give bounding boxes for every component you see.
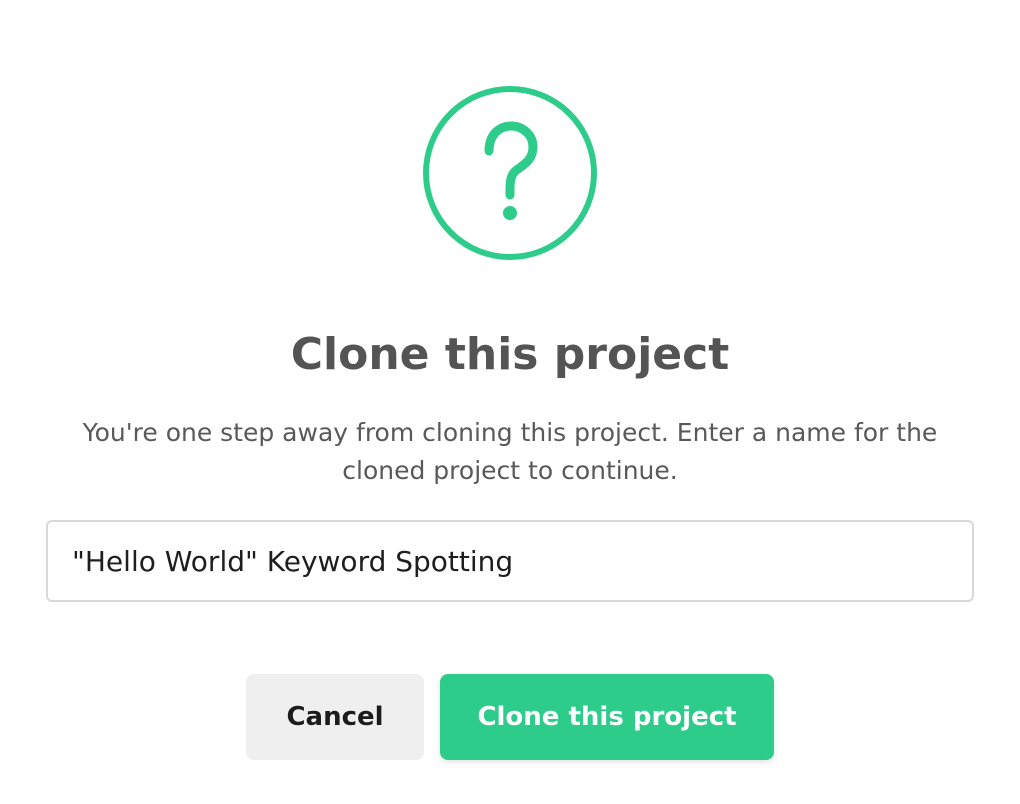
clone-project-dialog: Clone this project You're one step away … bbox=[0, 0, 1020, 804]
project-name-input[interactable] bbox=[46, 520, 974, 602]
cancel-button[interactable]: Cancel bbox=[246, 674, 424, 760]
dialog-title: Clone this project bbox=[290, 329, 730, 380]
dialog-message: You're one step away from cloning this p… bbox=[82, 418, 938, 485]
clone-project-button[interactable]: Clone this project bbox=[440, 674, 774, 760]
question-mark-icon bbox=[422, 85, 598, 261]
